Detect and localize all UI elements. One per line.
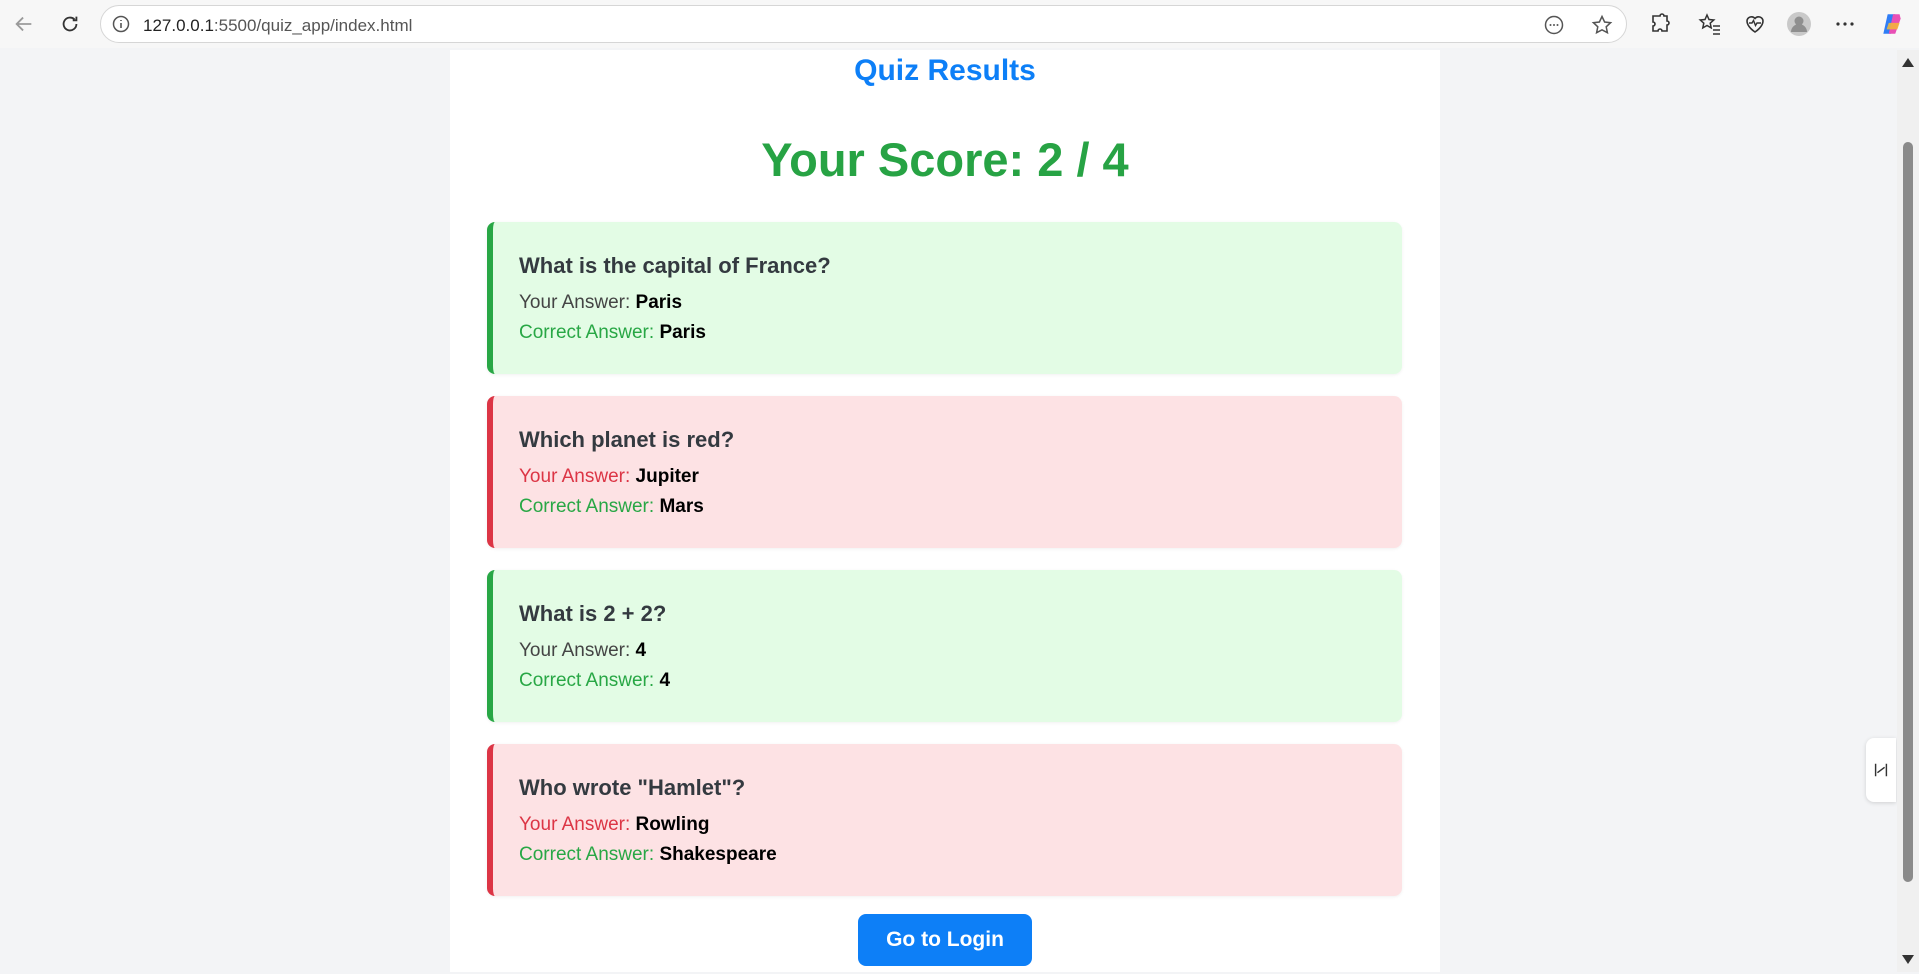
- your-answer-line: Your Answer: 4: [519, 640, 646, 662]
- back-button[interactable]: [8, 8, 40, 40]
- browser-essentials-button[interactable]: [1742, 11, 1768, 37]
- scroll-up-arrow-icon[interactable]: [1902, 58, 1914, 67]
- profile-button[interactable]: [1786, 11, 1812, 37]
- site-info-icon[interactable]: [111, 14, 131, 34]
- correct-answer-line: Correct Answer: Paris: [519, 322, 706, 344]
- question-text: What is the capital of France?: [519, 253, 831, 278]
- your-answer-label: Your Answer:: [519, 466, 636, 487]
- result-card: What is the capital of France? Your Answ…: [487, 222, 1402, 374]
- favorites-list-icon: [1698, 13, 1720, 35]
- question-text: Who wrote "Hamlet"?: [519, 775, 746, 800]
- correct-answer-value: Shakespeare: [659, 844, 777, 865]
- scroll-down-arrow-icon[interactable]: [1902, 955, 1914, 964]
- copilot-icon: [1883, 14, 1901, 34]
- back-arrow-icon: [15, 16, 32, 32]
- correct-answer-line: Correct Answer: Mars: [519, 496, 704, 518]
- your-answer-value: Rowling: [635, 814, 710, 835]
- favorite-star-icon[interactable]: [1591, 14, 1613, 36]
- page-viewport: Quiz Results Your Score: 2 / 4 What is t…: [4, 50, 1897, 972]
- correct-answer-label: Correct Answer:: [519, 496, 660, 517]
- result-card: Who wrote "Hamlet"? Your Answer: Rowling…: [487, 744, 1402, 896]
- page-title: Quiz Results: [854, 54, 1036, 87]
- results-container: Quiz Results Your Score: 2 / 4 What is t…: [450, 50, 1440, 972]
- correct-answer-line: Correct Answer: Shakespeare: [519, 844, 777, 866]
- correct-answer-label: Correct Answer:: [519, 844, 660, 865]
- settings-more-button[interactable]: [1832, 11, 1858, 37]
- puzzle-icon: [1652, 13, 1670, 32]
- url-host: 127.0.0.1: [143, 16, 214, 35]
- read-aloud-icon[interactable]: [1543, 14, 1565, 36]
- heart-pulse-icon: [1746, 16, 1764, 33]
- your-answer-label: Your Answer:: [519, 640, 636, 661]
- your-answer-value: 4: [635, 640, 647, 661]
- score-display: Your Score: 2 / 4: [761, 133, 1129, 186]
- correct-answer-line: Correct Answer: 4: [519, 670, 670, 692]
- scroll-thumb[interactable]: [1903, 142, 1913, 882]
- your-answer-line: Your Answer: Jupiter: [519, 466, 699, 488]
- question-text: Which planet is red?: [519, 427, 735, 452]
- url-path: :5500/quiz_app/index.html: [213, 16, 413, 35]
- result-card: Which planet is red? Your Answer: Jupite…: [487, 396, 1402, 548]
- more-dots-icon: [1836, 22, 1854, 26]
- avatar-icon: [1787, 12, 1811, 36]
- your-answer-value: Paris: [635, 292, 683, 313]
- url-text[interactable]: 127.0.0.1:5500/quiz_app/index.html: [143, 16, 412, 36]
- correct-answer-value: Paris: [659, 322, 706, 343]
- correct-answer-value: 4: [659, 670, 671, 691]
- your-answer-line: Your Answer: Paris: [519, 292, 682, 314]
- go-to-login-button[interactable]: Go to Login: [858, 914, 1032, 966]
- refresh-icon: [62, 16, 78, 32]
- question-text: What is 2 + 2?: [519, 601, 667, 626]
- your-answer-label: Your Answer:: [519, 292, 636, 313]
- correct-answer-label: Correct Answer:: [519, 322, 660, 343]
- your-answer-value: Jupiter: [635, 466, 699, 487]
- extensions-button[interactable]: [1647, 11, 1673, 37]
- sidebar-expand-icon: [1874, 763, 1888, 777]
- address-bar[interactable]: 127.0.0.1:5500/quiz_app/index.html: [100, 5, 1627, 43]
- your-answer-line: Your Answer: Rowling: [519, 814, 709, 836]
- browser-toolbar: 127.0.0.1:5500/quiz_app/index.html: [0, 0, 1919, 48]
- favorites-button[interactable]: [1697, 11, 1723, 37]
- your-answer-label: Your Answer:: [519, 814, 636, 835]
- correct-answer-label: Correct Answer:: [519, 670, 660, 691]
- sidebar-toggle-tab[interactable]: [1866, 738, 1896, 802]
- result-card: What is 2 + 2? Your Answer: 4 Correct An…: [487, 570, 1402, 722]
- copilot-button[interactable]: [1879, 11, 1905, 37]
- page-scrollbar[interactable]: [1897, 50, 1919, 972]
- correct-answer-value: Mars: [659, 496, 704, 517]
- refresh-button[interactable]: [54, 8, 86, 40]
